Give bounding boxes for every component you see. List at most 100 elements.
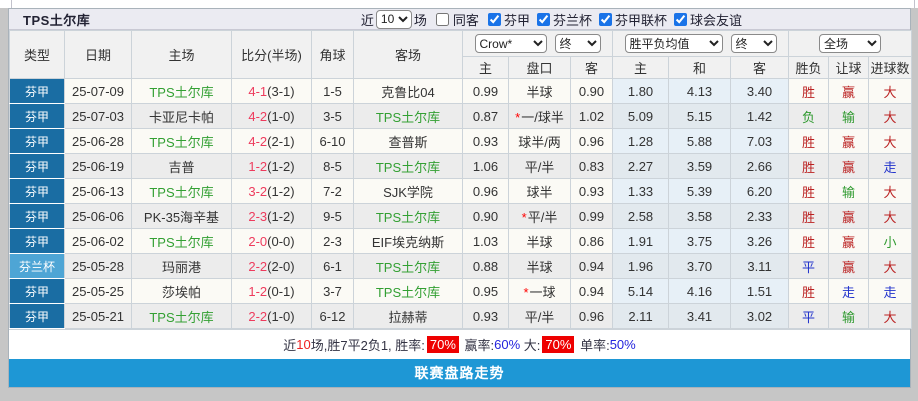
away-team[interactable]: 查普斯: [353, 128, 463, 154]
eu-away-odds: 2.66: [730, 153, 790, 179]
goals-result: 小: [868, 228, 913, 254]
handicap-result: 输: [828, 103, 870, 129]
handicap-result: 赢: [828, 128, 870, 154]
goals-result: 大: [868, 303, 913, 329]
league-filter[interactable]: 芬兰杯: [530, 10, 592, 29]
match-row: 芬甲 25-05-21 TPS土尔库 2-2(1-0) 6-12 拉赫蒂 0.93 平/半 0.…: [9, 303, 913, 329]
goals-result-text: 大: [883, 84, 897, 100]
match-date: 25-06-02: [64, 228, 132, 254]
match-result: 胜: [788, 228, 830, 254]
summary-segment: 大:: [520, 338, 541, 353]
eu-draw-odds: 5.15: [668, 103, 732, 129]
away-team[interactable]: SJK学院: [353, 178, 463, 204]
handicap-cell: 球半/两: [508, 128, 571, 154]
summary-segment: 70%: [542, 336, 575, 353]
half-score: (2-0): [267, 258, 295, 274]
eu-draw-odds: 3.41: [668, 303, 732, 329]
half-score: (1-0): [267, 308, 295, 324]
handicap-cell: *一/球半: [508, 103, 571, 129]
handicap-time-select[interactable]: 终: [554, 34, 601, 53]
match-date: 25-07-09: [64, 78, 132, 104]
goals-result-text: 走: [883, 284, 897, 300]
home-team[interactable]: 玛丽港: [131, 253, 232, 279]
home-team[interactable]: 卡亚尼卡帕: [131, 103, 232, 129]
away-team[interactable]: TPS土尔库: [353, 153, 463, 179]
eu-draw-odds: 3.58: [668, 203, 732, 229]
home-team[interactable]: TPS土尔库: [131, 128, 232, 154]
filter-controls: 近 10 场 同客 芬甲 芬兰杯 芬甲联杯 球会友谊: [359, 9, 910, 29]
home-team[interactable]: 吉普: [131, 153, 232, 179]
home-team[interactable]: TPS土尔库: [131, 178, 232, 204]
match-type-cell: 芬甲: [9, 178, 65, 204]
handicap-result-text: 赢: [842, 209, 856, 225]
handicap-cell: 平/半: [508, 303, 571, 329]
team-title: TPS土尔库: [23, 12, 91, 28]
full-score: 1-2: [248, 158, 268, 174]
league-label: 芬兰杯: [552, 12, 592, 28]
home-team[interactable]: TPS土尔库: [131, 78, 232, 104]
away-team[interactable]: TPS土尔库: [353, 203, 463, 229]
handicap-cell: 球半: [508, 178, 571, 204]
corner-count: 3-7: [311, 278, 354, 304]
changed-odds-star: *: [521, 209, 527, 225]
europe-time-select[interactable]: 终: [730, 34, 777, 53]
full-score: 2-3: [248, 208, 268, 224]
match-row: 芬甲 25-05-25 莎埃帕 1-2(0-1) 3-7 TPS土尔库 0.95 *一球 0.9…: [9, 278, 913, 304]
match-type-cell: 芬兰杯: [9, 253, 65, 279]
summary-line: 近 10 场,胜7平2负1, 胜率: 70% 赢率: 60% 大: 70% 单率: 50%: [9, 329, 910, 359]
away-team[interactable]: EIF埃克纳斯: [353, 228, 463, 254]
match-result-text: 胜: [802, 84, 816, 100]
ah-home-odds: 0.90: [462, 203, 509, 229]
match-result: 平: [788, 253, 830, 279]
league-filter[interactable]: 芬甲: [481, 10, 530, 29]
half-score: (2-1): [267, 133, 295, 149]
league-filter[interactable]: 芬甲联杯: [592, 10, 667, 29]
summary-segment: 50%: [609, 337, 636, 352]
goals-result: 大: [868, 253, 913, 279]
away-team[interactable]: TPS土尔库: [353, 253, 463, 279]
bookmaker-select[interactable]: Crow*: [474, 34, 547, 53]
full-score: 3-2: [248, 183, 268, 199]
league-checkbox[interactable]: [487, 12, 501, 26]
corner-count: 8-5: [311, 153, 354, 179]
league-filter[interactable]: 球会友谊: [667, 10, 742, 29]
ah-home-odds: 0.96: [462, 178, 509, 204]
handicap-cell: 平/半: [508, 153, 571, 179]
goals-result-text: 小: [883, 234, 897, 250]
home-team[interactable]: TPS土尔库: [131, 303, 232, 329]
league-checkbox[interactable]: [598, 12, 612, 26]
ah-away-odds: 0.96: [569, 128, 614, 154]
scope-select[interactable]: 全场: [819, 34, 882, 53]
handicap-text: 平/半: [524, 309, 555, 325]
col-header-score: 比分(半场): [231, 30, 312, 79]
home-team[interactable]: PK-35海辛基: [131, 203, 232, 229]
league-label: 球会友谊: [689, 12, 742, 28]
eu-draw-odds: 5.88: [668, 128, 732, 154]
same-away-checkbox[interactable]: [435, 12, 449, 26]
home-team[interactable]: 莎埃帕: [131, 278, 232, 304]
goals-result: 大: [868, 128, 913, 154]
corner-count: 7-2: [311, 178, 354, 204]
match-date: 25-06-13: [64, 178, 132, 204]
league-checkbox[interactable]: [673, 12, 687, 26]
goals-result-text: 大: [883, 259, 897, 275]
ah-away-odds: 0.94: [569, 278, 614, 304]
away-team[interactable]: 克鲁比04: [353, 78, 463, 104]
handicap-result-text: 赢: [842, 234, 856, 250]
away-team[interactable]: TPS土尔库: [353, 278, 463, 304]
away-team[interactable]: 拉赫蒂: [353, 303, 463, 329]
europe-odds-select[interactable]: 胜平负均值: [624, 34, 723, 53]
match-type-cell: 芬甲: [9, 128, 65, 154]
subcol-ah-away: 客: [569, 56, 614, 79]
changed-odds-star: *: [515, 109, 521, 125]
summary-segment: 10: [296, 337, 311, 352]
league-checkbox[interactable]: [536, 12, 550, 26]
handicap-text: 球半/两: [518, 134, 561, 150]
half-score: (0-1): [267, 283, 295, 299]
top-strip: [0, 0, 918, 8]
home-team[interactable]: TPS土尔库: [131, 228, 232, 254]
eu-home-odds: 5.09: [612, 103, 670, 129]
handicap-cell: 半球: [508, 228, 571, 254]
recent-count-select[interactable]: 10: [375, 9, 412, 29]
away-team[interactable]: TPS土尔库: [353, 103, 463, 129]
